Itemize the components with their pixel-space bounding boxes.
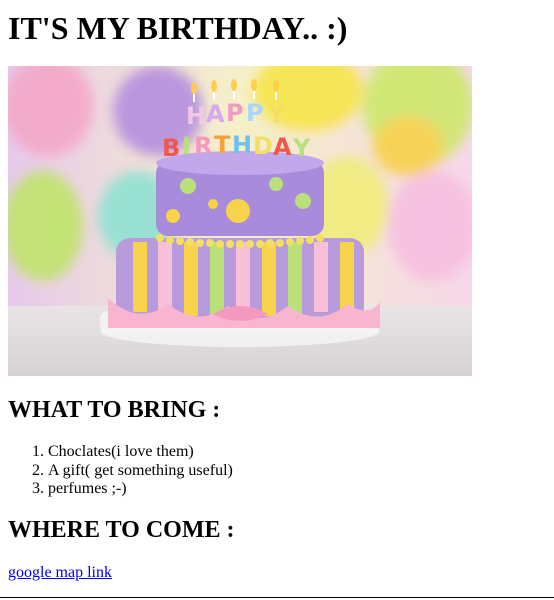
svg-text:H: H — [186, 102, 206, 130]
svg-text:R: R — [194, 132, 212, 160]
svg-text:P: P — [246, 99, 264, 127]
svg-text:B: B — [162, 134, 180, 162]
svg-text:D: D — [253, 132, 273, 160]
list-item: A gift( get something useful) — [48, 462, 233, 481]
page-title: IT'S MY BIRTHDAY.. :) — [8, 10, 348, 46]
svg-text:Y: Y — [292, 134, 311, 162]
list-item: Choclates(i love them) — [48, 443, 233, 462]
svg-text:Y: Y — [267, 100, 286, 128]
birthday-cake-image: H A P P Y B I R T H D A Y — [8, 66, 472, 376]
svg-text:P: P — [226, 99, 244, 127]
what-to-bring-heading: WHAT TO BRING : — [8, 397, 221, 423]
svg-text:H: H — [232, 131, 252, 159]
svg-text:A: A — [273, 133, 292, 161]
svg-text:T: T — [214, 131, 231, 159]
list-item: perfumes ;-) — [48, 480, 233, 499]
bring-list: Choclates(i love them) A gift( get somet… — [8, 443, 233, 499]
bottom-divider — [0, 597, 554, 598]
svg-text:I: I — [182, 132, 191, 160]
svg-text:A: A — [206, 100, 225, 128]
google-map-link[interactable]: google map link — [8, 564, 112, 582]
where-to-come-heading: WHERE TO COME : — [8, 517, 235, 543]
